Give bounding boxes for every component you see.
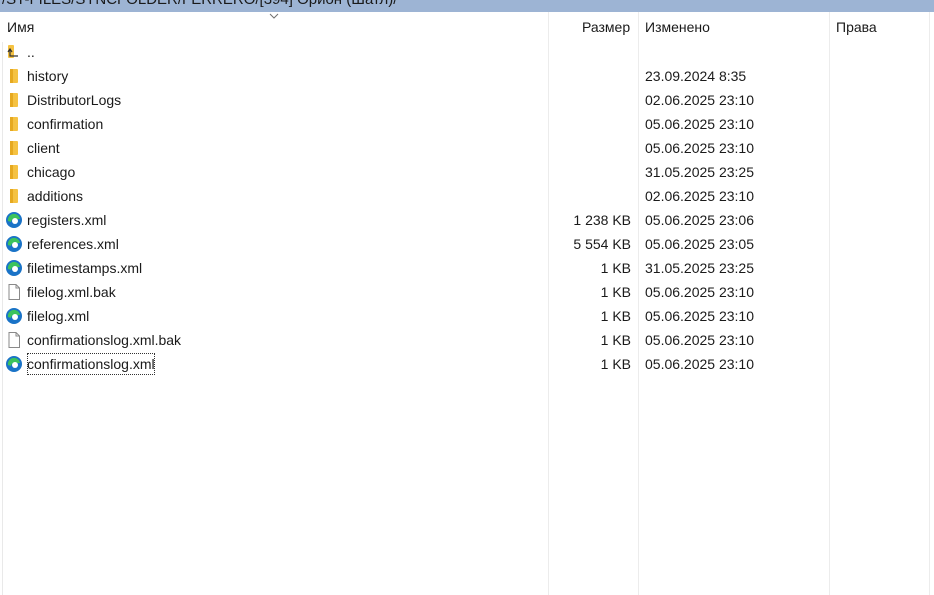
file-name: confirmationslog.xml [26,352,156,376]
file-modified: 05.06.2025 23:05 [645,236,754,252]
file-name: filetimestamps.xml [27,260,143,276]
file-name: chicago [27,164,76,180]
list-item[interactable]: references.xml 5 554 KB 05.06.2025 23:05 [0,232,934,256]
file-name: confirmationslog.xml.bak [27,332,182,348]
list-item-focused[interactable]: confirmationslog.xml 1 KB 05.06.2025 23:… [0,352,934,376]
file-modified: 05.06.2025 23:10 [645,116,754,132]
list-item[interactable]: additions 02.06.2025 23:10 [0,184,934,208]
list-item[interactable]: .. [0,40,934,64]
column-header-size[interactable]: Размер [582,12,630,42]
file-name: registers.xml [27,212,107,228]
column-header-rights[interactable]: Права [836,12,877,42]
blank-file-icon [8,332,20,348]
file-size: 1 KB [600,284,631,300]
file-panel: /ST-FILES/SYNCFOLDER/FERRERO/[394] Орион… [0,0,934,595]
folder-icon [10,117,18,131]
file-size: 5 554 KB [573,236,631,252]
parent-folder-icon [7,45,18,58]
file-name: confirmation [27,116,104,132]
blank-file-icon [8,284,20,300]
file-size: 1 KB [600,260,631,276]
file-modified: 31.05.2025 23:25 [645,164,754,180]
folder-icon [10,69,18,83]
file-size: 1 KB [600,356,631,372]
list-item[interactable]: chicago 31.05.2025 23:25 [0,160,934,184]
list-item[interactable]: filelog.xml.bak 1 KB 05.06.2025 23:10 [0,280,934,304]
file-name: additions [27,188,84,204]
file-modified: 05.06.2025 23:10 [645,356,754,372]
folder-icon [10,165,18,179]
list-item[interactable]: client 05.06.2025 23:10 [0,136,934,160]
file-name: .. [27,44,35,60]
edge-xml-icon [6,212,22,228]
list-item[interactable]: confirmation 05.06.2025 23:10 [0,112,934,136]
file-name: filelog.xml.bak [27,284,116,300]
file-modified: 05.06.2025 23:10 [645,308,754,324]
edge-xml-icon [6,356,22,372]
file-name: history [27,68,69,84]
list-item[interactable]: confirmationslog.xml.bak 1 KB 05.06.2025… [0,328,934,352]
file-modified: 05.06.2025 23:06 [645,212,754,228]
file-list: .. history 23.09.2024 8:35 DistributorLo… [0,40,934,376]
file-name: DistributorLogs [27,92,122,108]
edge-xml-icon [6,260,22,276]
file-name: references.xml [27,236,119,252]
list-item[interactable]: filelog.xml 1 KB 05.06.2025 23:10 [0,304,934,328]
file-modified: 05.06.2025 23:10 [645,140,754,156]
folder-icon [10,93,18,107]
file-size: 1 KB [600,308,631,324]
file-name: filelog.xml [27,308,90,324]
path-bar: /ST-FILES/SYNCFOLDER/FERRERO/[394] Орион… [0,0,934,12]
list-item[interactable]: history 23.09.2024 8:35 [0,64,934,88]
file-modified: 23.09.2024 8:35 [645,68,747,84]
current-path: /ST-FILES/SYNCFOLDER/FERRERO/[394] Орион… [2,0,397,8]
folder-icon [10,189,18,203]
file-modified: 05.06.2025 23:10 [645,332,754,348]
file-modified: 05.06.2025 23:10 [645,284,754,300]
list-item[interactable]: filetimestamps.xml 1 KB 31.05.2025 23:25 [0,256,934,280]
list-item[interactable]: registers.xml 1 238 KB 05.06.2025 23:06 [0,208,934,232]
file-modified: 02.06.2025 23:10 [645,92,754,108]
column-header-name[interactable]: Имя [7,12,34,42]
sort-descending-icon [269,13,279,19]
file-name: client [27,140,60,156]
file-size: 1 KB [600,332,631,348]
column-header-modified[interactable]: Изменено [645,12,710,42]
file-size: 1 238 KB [573,212,631,228]
column-header: Имя Размер Изменено Права [0,12,934,42]
list-item[interactable]: DistributorLogs 02.06.2025 23:10 [0,88,934,112]
file-modified: 31.05.2025 23:25 [645,260,754,276]
edge-xml-icon [6,236,22,252]
folder-icon [10,141,18,155]
edge-xml-icon [6,308,22,324]
file-modified: 02.06.2025 23:10 [645,188,754,204]
